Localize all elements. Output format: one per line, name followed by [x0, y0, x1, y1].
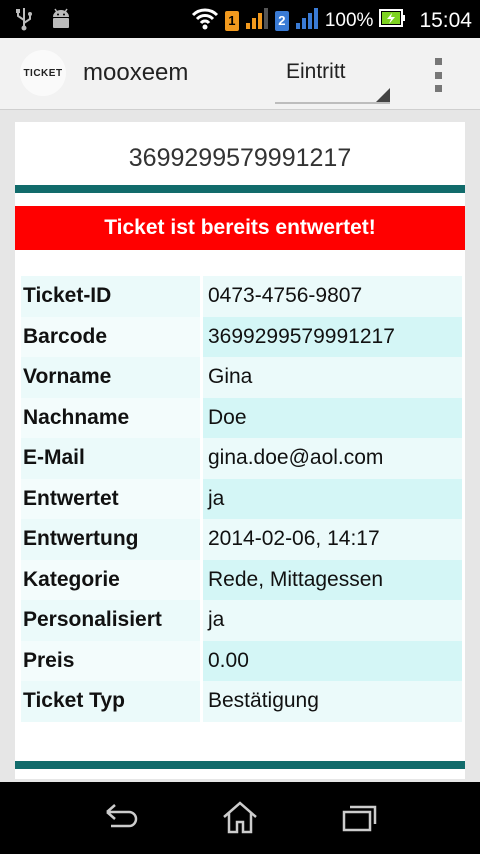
validation-alert: Ticket ist bereits entwertet!: [15, 206, 465, 250]
row-value: Bestätigung: [203, 681, 462, 722]
status-bar: 1 2 100% 15:04: [0, 0, 480, 38]
row-label: Kategorie: [21, 559, 200, 600]
action-bar: TICKET mooxeem Eintritt: [0, 38, 480, 110]
row-label: Personalisiert: [21, 600, 200, 641]
row-label: Ticket Typ: [21, 681, 200, 722]
table-row: Personalisiert ja: [21, 600, 462, 641]
table-row: Barcode 3699299579991217: [21, 316, 462, 357]
spinner-underline: [275, 102, 390, 104]
overflow-dot-icon: [434, 71, 442, 79]
table-row: E-Mail gina.doe@aol.com: [21, 438, 462, 479]
barcode-input[interactable]: 3699299579991217: [15, 122, 465, 194]
row-value: Doe: [203, 397, 462, 438]
clock: 15:04: [419, 9, 472, 32]
row-label: Entwertung: [21, 519, 200, 560]
home-icon: [223, 801, 257, 834]
table-row: Vorname Gina: [21, 357, 462, 398]
wifi-icon: [191, 6, 219, 36]
row-label: Ticket-ID: [21, 276, 200, 317]
navigation-bar: [0, 782, 480, 854]
row-value: Rede, Mittagessen: [203, 559, 462, 600]
usb-icon: [14, 5, 34, 36]
app-logo[interactable]: TICKET: [20, 50, 66, 96]
table-row: Entwertet ja: [21, 478, 462, 519]
overflow-dot-icon: [434, 85, 442, 92]
logo-text: TICKET: [23, 67, 63, 79]
back-button[interactable]: [101, 800, 141, 836]
android-debug-icon: [48, 5, 74, 36]
back-icon: [106, 804, 138, 828]
app-title: mooxeem: [83, 59, 189, 86]
spinner-label: Eintritt: [286, 60, 346, 83]
row-label: E-Mail: [21, 438, 200, 479]
table-row: Ticket Typ Bestätigung: [21, 681, 462, 722]
row-label: Vorname: [21, 357, 200, 398]
row-value: 0.00: [203, 640, 462, 681]
overflow-dot-icon: [434, 58, 442, 65]
mode-spinner[interactable]: Eintritt: [275, 56, 390, 104]
row-value: Gina: [203, 357, 462, 398]
recent-apps-icon: [342, 805, 377, 832]
row-label: Nachname: [21, 397, 200, 438]
table-row: Kategorie Rede, Mittagessen: [21, 559, 462, 600]
sim2-badge: 2: [274, 11, 289, 31]
divider: [15, 185, 465, 193]
signal-icon: [245, 7, 269, 35]
table-row: Ticket-ID 0473-4756-9807: [21, 276, 462, 317]
signal-icon: [295, 7, 319, 35]
row-value: 3699299579991217: [203, 316, 462, 357]
row-value: ja: [203, 600, 462, 641]
table-row: Nachname Doe: [21, 397, 462, 438]
row-value: 0473-4756-9807: [203, 276, 462, 317]
row-label: Barcode: [21, 316, 200, 357]
table-row: Preis 0.00: [21, 640, 462, 681]
recent-apps-button[interactable]: [340, 800, 380, 836]
home-button[interactable]: [220, 800, 260, 836]
table-row: Entwertung 2014-02-06, 14:17: [21, 519, 462, 560]
battery-charging-icon: [379, 8, 407, 34]
sim1-badge: 1: [224, 11, 239, 31]
row-label: Preis: [21, 640, 200, 681]
ticket-details-table: Ticket-ID 0473-4756-9807 Barcode 3699299…: [21, 276, 462, 722]
divider: [15, 761, 465, 769]
battery-percent: 100%: [324, 10, 374, 31]
ticket-panel: 3699299579991217 Ticket ist bereits entw…: [15, 122, 465, 779]
row-value: 2014-02-06, 14:17: [203, 519, 462, 560]
row-value: gina.doe@aol.com: [203, 438, 462, 479]
row-label: Entwertet: [21, 478, 200, 519]
row-value: ja: [203, 478, 462, 519]
overflow-menu-button[interactable]: [428, 58, 448, 92]
